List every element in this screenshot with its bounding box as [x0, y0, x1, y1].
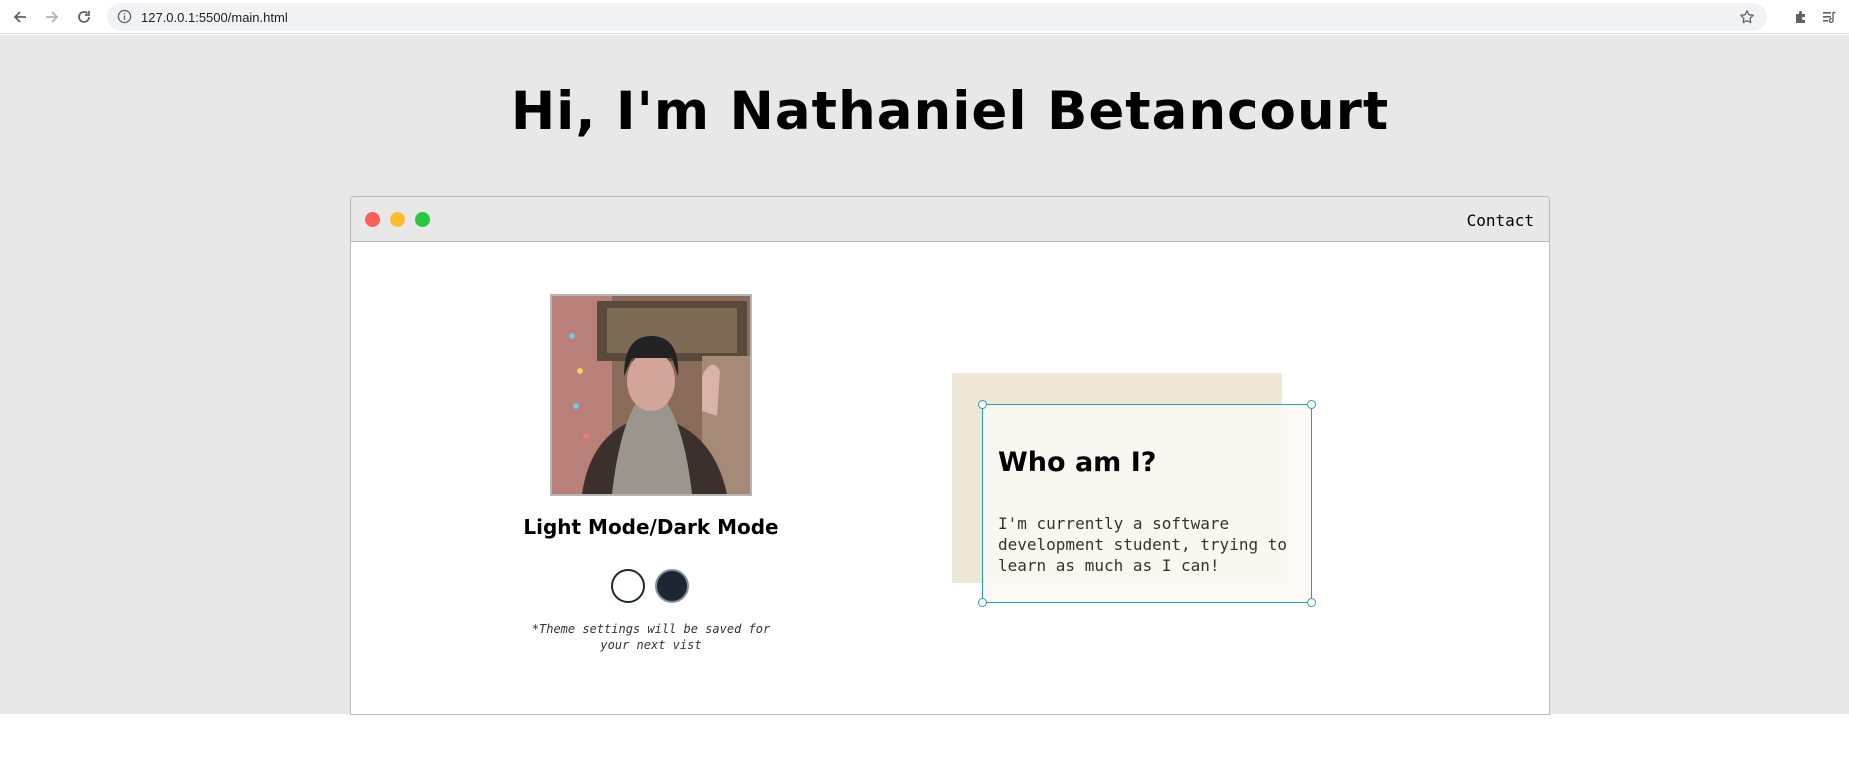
page-title: Hi, I'm Nathaniel Betancourt — [510, 81, 1390, 142]
resize-handle[interactable] — [978, 598, 987, 607]
theme-note: *Theme settings will be saved for your n… — [531, 622, 771, 652]
browser-toolbar: 127.0.0.1:5500/main.html — [0, 0, 1849, 34]
resize-handle[interactable] — [1307, 598, 1316, 607]
site-info-icon[interactable] — [117, 9, 132, 29]
dark-theme-button[interactable] — [655, 569, 689, 603]
close-dot-icon — [365, 212, 380, 227]
forward-icon[interactable] — [40, 5, 64, 29]
maximize-dot-icon — [415, 212, 430, 227]
reload-icon[interactable] — [72, 5, 96, 29]
bookmark-star-icon[interactable] — [1739, 9, 1755, 30]
light-theme-button[interactable] — [611, 569, 645, 603]
theme-mode-title: Light Mode/Dark Mode — [523, 515, 779, 539]
about-card: Who am I? I'm currently a software devel… — [978, 400, 1316, 607]
window-card: Contact Light Mode/Dark Mode *Theme sett… — [350, 196, 1550, 715]
profile-photo — [550, 294, 752, 496]
resize-handle[interactable] — [978, 400, 987, 409]
minimize-dot-icon — [390, 212, 405, 227]
about-text: I'm currently a software development stu… — [998, 514, 1287, 575]
resize-handle[interactable] — [1307, 400, 1316, 409]
window-header: Contact — [351, 197, 1549, 242]
back-icon[interactable] — [8, 5, 32, 29]
url-text[interactable]: 127.0.0.1:5500/main.html — [141, 10, 288, 25]
extensions-puzzle-icon[interactable] — [1790, 6, 1812, 28]
contact-link[interactable]: Contact — [1467, 211, 1534, 230]
reading-list-icon[interactable] — [1818, 6, 1840, 28]
page-viewport: Hi, I'm Nathaniel Betancourt Contact Lig… — [0, 35, 1849, 715]
about-title: Who am I? — [998, 447, 1157, 478]
address-bar[interactable]: 127.0.0.1:5500/main.html — [107, 3, 1767, 31]
profile-portrait-image — [552, 296, 750, 494]
